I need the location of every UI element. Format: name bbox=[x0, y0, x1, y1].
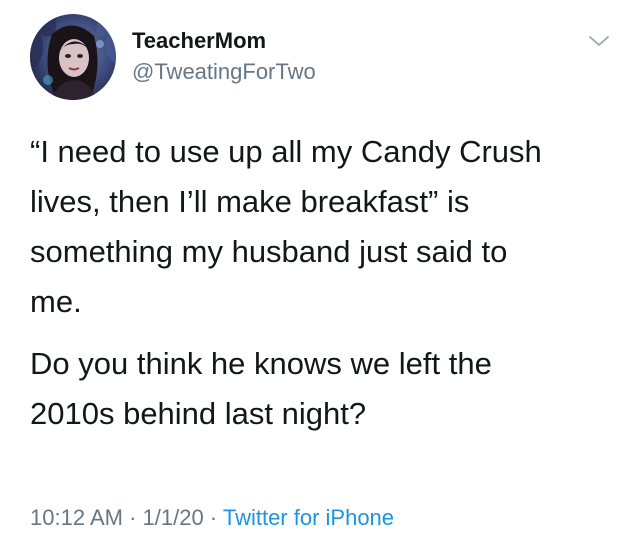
tweet-text: “I need to use up all my Candy Crush liv… bbox=[30, 127, 620, 451]
avatar[interactable] bbox=[30, 14, 116, 100]
tweet-line: “I need to use up all my Candy Crush bbox=[30, 134, 542, 169]
tweet-line: lives, then I’ll make breakfast” is bbox=[30, 184, 470, 219]
tweet-metadata: 10:12 AM · 1/1/20 · Twitter for iPhone bbox=[30, 505, 394, 531]
display-name[interactable]: TeacherMom bbox=[132, 28, 266, 54]
chevron-down-icon[interactable] bbox=[588, 34, 610, 48]
tweet-paragraph: Do you think he knows we left the 2010s … bbox=[30, 339, 620, 439]
tweet-source-link[interactable]: Twitter for iPhone bbox=[223, 505, 394, 530]
tweet-paragraph: “I need to use up all my Candy Crush liv… bbox=[30, 127, 620, 327]
tweet-date[interactable]: 1/1/20 bbox=[143, 505, 204, 530]
user-handle[interactable]: @TweatingForTwo bbox=[132, 59, 316, 85]
tweet-line: something my husband just said to bbox=[30, 234, 508, 269]
tweet-time[interactable]: 10:12 AM bbox=[30, 505, 123, 530]
tweet-line: me. bbox=[30, 284, 82, 319]
tweet-line: Do you think he knows we left the bbox=[30, 346, 492, 381]
avatar-image bbox=[30, 14, 116, 100]
meta-separator: · bbox=[122, 505, 143, 530]
meta-separator: · bbox=[203, 505, 223, 530]
tweet-line: 2010s behind last night? bbox=[30, 396, 367, 431]
tweet-card: TeacherMom @TweatingForTwo “I need to us… bbox=[0, 0, 640, 534]
